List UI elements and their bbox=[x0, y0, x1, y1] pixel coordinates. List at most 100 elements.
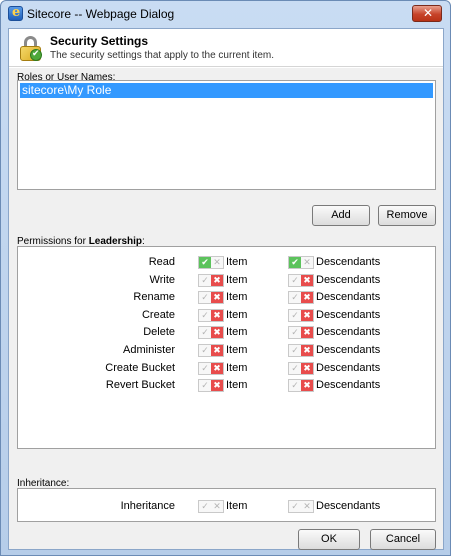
permission-descendants-toggle[interactable]: ✓ ✖ bbox=[288, 326, 314, 340]
descendants-label: Descendants bbox=[316, 361, 381, 374]
deny-icon: ✖ bbox=[211, 362, 223, 374]
dialog-client: Security Settings The security settings … bbox=[8, 28, 444, 550]
item-label: Item bbox=[226, 379, 248, 392]
descendants-label: Descendants bbox=[316, 344, 381, 356]
header-title: Security Settings bbox=[50, 34, 149, 48]
permission-row: Create ✓ ✖ Item ✓ ✖ Descendants bbox=[18, 308, 437, 325]
allow-icon: ✓ bbox=[291, 327, 299, 338]
title-bar[interactable]: Sitecore -- Webpage Dialog ✕ bbox=[1, 1, 450, 27]
add-button[interactable]: Add bbox=[312, 205, 370, 226]
descendants-label: Descendants bbox=[316, 379, 381, 392]
allow-icon: ✓ bbox=[201, 501, 209, 511]
deny-icon: ✕ bbox=[213, 501, 221, 511]
permission-name: Create Bucket bbox=[105, 361, 175, 374]
permission-descendants-toggle[interactable]: ✓ ✖ bbox=[288, 344, 314, 357]
permission-descendants-toggle[interactable]: ✓ ✖ bbox=[288, 361, 314, 375]
allow-icon: ✓ bbox=[291, 292, 299, 303]
window-title: Sitecore -- Webpage Dialog bbox=[27, 7, 175, 21]
item-label: Item bbox=[226, 361, 248, 374]
inheritance-row: Inheritance ✓ ✕ Item ✓ ✕ Descendants bbox=[18, 499, 437, 516]
permission-row: Delete ✓ ✖ Item ✓ ✖ Descendants bbox=[18, 325, 437, 342]
allow-icon: ✓ bbox=[291, 345, 299, 355]
deny-icon: ✖ bbox=[301, 274, 313, 286]
permission-item-toggle[interactable]: ✓ ✖ bbox=[198, 308, 224, 322]
deny-icon: ✖ bbox=[211, 292, 223, 304]
permission-item-toggle[interactable]: ✓ ✖ bbox=[198, 379, 224, 393]
item-label: Item bbox=[226, 256, 248, 268]
allow-icon: ✓ bbox=[291, 380, 299, 391]
ie-icon bbox=[8, 5, 23, 21]
inheritance-descendants-label: Descendants bbox=[316, 500, 381, 512]
allow-icon: ✓ bbox=[291, 309, 299, 320]
inheritance-item-toggle[interactable]: ✓ ✕ bbox=[198, 500, 224, 513]
deny-icon: ✖ bbox=[301, 345, 313, 356]
item-label: Item bbox=[226, 344, 248, 356]
inheritance-descendants-toggle[interactable]: ✓ ✕ bbox=[288, 500, 314, 513]
permission-name: Write bbox=[149, 273, 175, 286]
item-label: Item bbox=[226, 291, 248, 304]
allow-icon: ✓ bbox=[201, 327, 209, 338]
permission-descendants-toggle[interactable]: ✓ ✖ bbox=[288, 379, 314, 393]
permission-item-toggle[interactable]: ✔ ✕ bbox=[198, 256, 224, 269]
permission-item-toggle[interactable]: ✓ ✖ bbox=[198, 361, 224, 375]
lock-icon bbox=[19, 36, 43, 62]
allow-icon: ✓ bbox=[201, 292, 209, 303]
allow-icon: ✓ bbox=[291, 501, 299, 511]
permission-descendants-toggle[interactable]: ✔ ✕ bbox=[288, 256, 314, 269]
permission-name: Rename bbox=[133, 291, 175, 304]
close-icon: ✕ bbox=[423, 6, 434, 20]
close-button[interactable]: ✕ bbox=[412, 5, 442, 22]
remove-button[interactable]: Remove bbox=[378, 205, 436, 226]
header-subtitle: The security settings that apply to the … bbox=[50, 50, 274, 61]
roles-list[interactable]: sitecore\My Role bbox=[17, 80, 436, 190]
item-label: Item bbox=[226, 326, 248, 339]
allow-icon: ✓ bbox=[201, 274, 209, 285]
permission-item-toggle[interactable]: ✓ ✖ bbox=[198, 326, 224, 340]
role-list-item[interactable]: sitecore\My Role bbox=[20, 83, 433, 98]
ok-button[interactable]: OK bbox=[298, 529, 360, 550]
deny-icon: ✖ bbox=[301, 292, 313, 304]
permission-row: Create Bucket ✓ ✖ Item ✓ ✖ Descendants bbox=[18, 361, 437, 378]
descendants-label: Descendants bbox=[316, 273, 381, 286]
descendants-label: Descendants bbox=[316, 291, 381, 304]
deny-icon: ✖ bbox=[211, 274, 223, 286]
permission-row: Rename ✓ ✖ Item ✓ ✖ Descendants bbox=[18, 290, 437, 307]
item-label: Item bbox=[226, 308, 248, 321]
permission-descendants-toggle[interactable]: ✓ ✖ bbox=[288, 308, 314, 322]
deny-icon: ✖ bbox=[211, 380, 223, 392]
permission-row: Administer ✓ ✖ Item ✓ ✖ Descendants bbox=[18, 343, 437, 360]
dialog-header: Security Settings The security settings … bbox=[9, 29, 443, 67]
permission-row: Read ✔ ✕ Item ✔ ✕ Descendants bbox=[18, 255, 437, 272]
descendants-label: Descendants bbox=[316, 308, 381, 321]
allow-icon: ✓ bbox=[201, 345, 209, 355]
permission-name: Create bbox=[141, 308, 175, 321]
permission-item-toggle[interactable]: ✓ ✖ bbox=[198, 273, 224, 287]
permissions-box: Read ✔ ✕ Item ✔ ✕ Descendants Write ✓ ✖ Item ✓ ✖ Desc… bbox=[17, 246, 436, 449]
descendants-label: Descendants bbox=[316, 326, 381, 339]
inheritance-box: Inheritance ✓ ✕ Item ✓ ✕ Descendants bbox=[17, 488, 436, 522]
allow-icon: ✔ bbox=[289, 257, 301, 268]
allow-icon: ✓ bbox=[291, 274, 299, 285]
deny-icon: ✖ bbox=[211, 309, 223, 321]
permission-descendants-toggle[interactable]: ✓ ✖ bbox=[288, 291, 314, 305]
deny-icon: ✖ bbox=[211, 345, 223, 356]
allow-icon: ✓ bbox=[291, 362, 299, 373]
permission-item-toggle[interactable]: ✓ ✖ bbox=[198, 291, 224, 305]
cancel-button[interactable]: Cancel bbox=[370, 529, 436, 550]
deny-icon: ✖ bbox=[301, 380, 313, 392]
deny-icon: ✕ bbox=[303, 257, 311, 267]
permission-name: Revert Bucket bbox=[105, 379, 175, 392]
allow-icon: ✔ bbox=[199, 257, 211, 268]
deny-icon: ✖ bbox=[301, 309, 313, 321]
dialog-window: Sitecore -- Webpage Dialog ✕ Security Se… bbox=[0, 0, 451, 556]
permission-name: Administer bbox=[123, 344, 175, 356]
allow-icon: ✓ bbox=[201, 380, 209, 391]
permission-item-toggle[interactable]: ✓ ✖ bbox=[198, 344, 224, 357]
permission-descendants-toggle[interactable]: ✓ ✖ bbox=[288, 273, 314, 287]
allow-icon: ✓ bbox=[201, 362, 209, 373]
deny-icon: ✖ bbox=[301, 362, 313, 374]
permission-row: Revert Bucket ✓ ✖ Item ✓ ✖ Descendants bbox=[18, 378, 437, 395]
permission-name: Delete bbox=[143, 326, 175, 339]
inheritance-row-label: Inheritance bbox=[120, 500, 175, 512]
permission-name: Read bbox=[148, 256, 175, 268]
